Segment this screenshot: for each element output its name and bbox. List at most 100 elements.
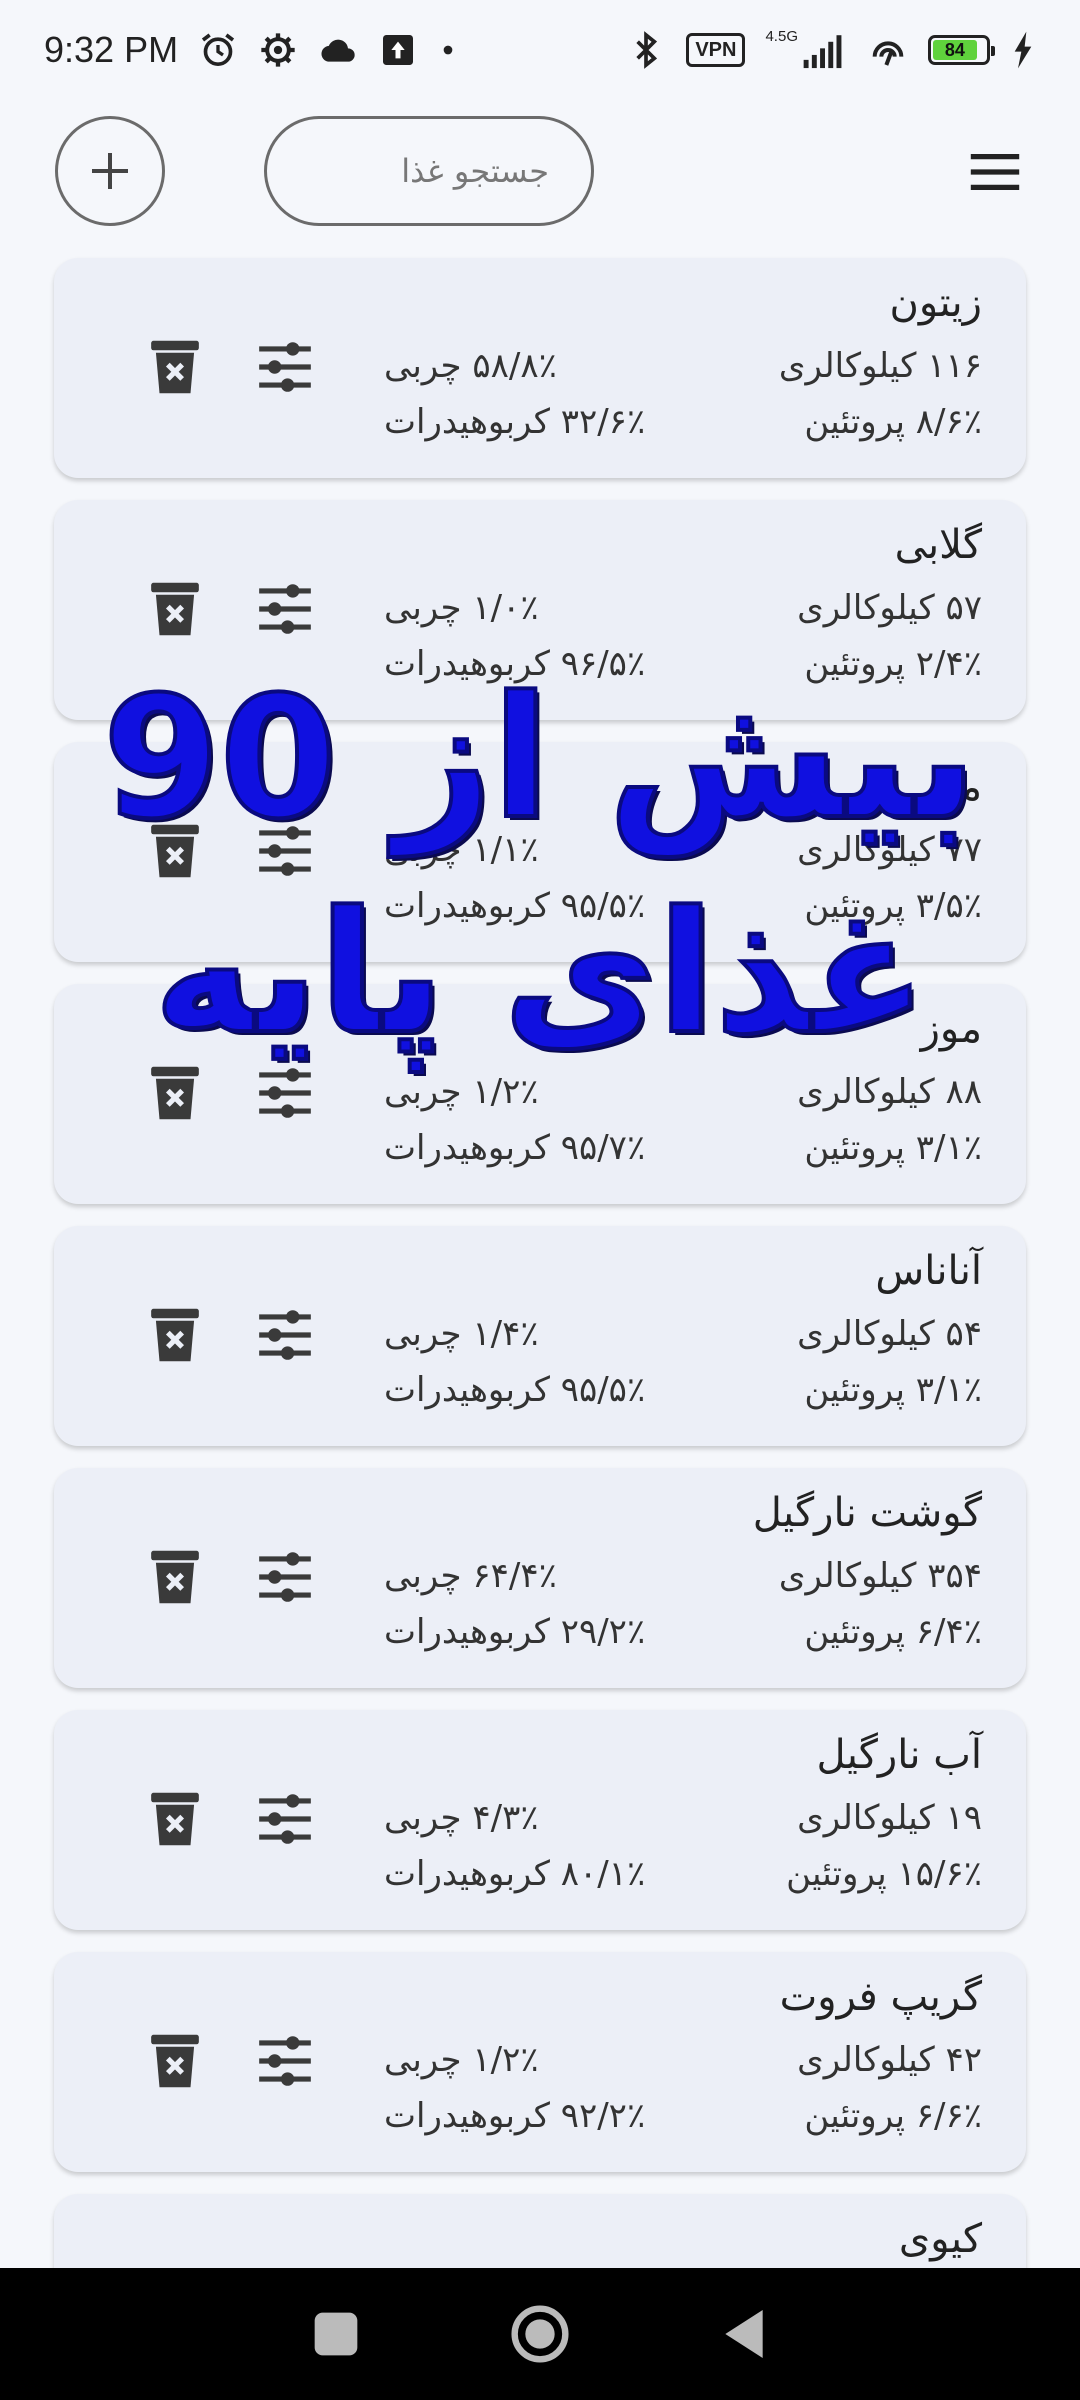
- food-card[interactable]: موز ۸۸ کیلوکالری ۳/۱٪ پروتئین ۱/۲٪ چربی ۹۵/۷…: [54, 984, 1026, 1204]
- hamburger-menu-icon: [970, 153, 1020, 191]
- trash-delete-icon[interactable]: [144, 578, 206, 640]
- food-fat-text: ۶۴/۴٪ چربی: [384, 1556, 557, 1596]
- sliders-adjust-icon[interactable]: [254, 1788, 316, 1850]
- food-calories: ۱۱۶ کیلوکالری: [778, 346, 982, 386]
- settings-gear-icon: [258, 30, 298, 70]
- food-carbs-text: ۹۵/۵٪ کربوهیدرات: [384, 886, 646, 926]
- food-card[interactable]: گریپ فروت ۴۲ کیلوکالری ۶/۶٪ پروتئین ۱/۲٪ چر…: [54, 1952, 1026, 2172]
- recents-square-icon: [314, 2312, 358, 2356]
- sliders-adjust-icon[interactable]: [254, 578, 316, 640]
- status-right: VPN 4.5G 84: [626, 27, 1036, 70]
- food-card[interactable]: آب نارگیل ۱۹ کیلوکالری ۱۵/۶٪ پروتئین ۴/۳٪ چ…: [54, 1710, 1026, 1930]
- card-actions: [144, 1062, 316, 1124]
- food-fat-text: ۵۸/۸٪ چربی: [384, 346, 557, 386]
- trash-delete-icon[interactable]: [144, 1788, 206, 1850]
- charging-icon: [1010, 30, 1036, 70]
- home-button[interactable]: [508, 2302, 572, 2366]
- trash-delete-icon[interactable]: [144, 1546, 206, 1608]
- alarm-icon: [198, 30, 238, 70]
- food-name: موز: [920, 764, 982, 810]
- food-card[interactable]: گوشت نارگیل ۳۵۴ کیلوکالری ۶/۴٪ پروتئین ۶۴/۴…: [54, 1468, 1026, 1688]
- sliders-adjust-icon[interactable]: [254, 336, 316, 398]
- food-protein: ۳/۱٪ پروتئین: [804, 1370, 982, 1410]
- food-name: گوشت نارگیل: [752, 1490, 982, 1536]
- app-top-bar: جستجو غذا: [0, 112, 1080, 230]
- home-circle-icon: [511, 2305, 569, 2363]
- menu-button[interactable]: [965, 142, 1025, 202]
- network-type-label: 4.5G: [765, 27, 798, 45]
- food-name: آناناس: [875, 1248, 982, 1294]
- vpn-icon: VPN: [686, 33, 746, 67]
- back-button[interactable]: [712, 2302, 776, 2366]
- food-fat-text: ۴/۳٪ چربی: [384, 1798, 539, 1838]
- dot-icon: [438, 30, 458, 70]
- battery-icon: 84: [928, 35, 995, 65]
- card-actions: [144, 336, 316, 398]
- trash-delete-icon[interactable]: [144, 1304, 206, 1366]
- food-calories: ۷۷ کیلوکالری: [797, 830, 982, 870]
- sliders-adjust-icon[interactable]: [254, 1304, 316, 1366]
- food-name: گلابی: [894, 522, 982, 568]
- food-card[interactable]: گلابی ۵۷ کیلوکالری ۲/۴٪ پروتئین ۱/۰٪ چربی ۹۶…: [54, 500, 1026, 720]
- card-actions: [144, 578, 316, 640]
- card-actions: [144, 1546, 316, 1608]
- food-card[interactable]: آناناس ۵۴ کیلوکالری ۳/۱٪ پروتئین ۱/۴٪ چربی ۹…: [54, 1226, 1026, 1446]
- food-calories: ۳۵۴ کیلوکالری: [778, 1556, 982, 1596]
- food-protein: ۳/۵٪ پروتئین: [804, 886, 982, 926]
- trash-delete-icon[interactable]: [144, 336, 206, 398]
- sliders-adjust-icon[interactable]: [254, 1062, 316, 1124]
- sliders-adjust-icon[interactable]: [254, 2030, 316, 2092]
- trash-delete-icon[interactable]: [144, 2030, 206, 2092]
- status-left: 9:32 PM: [44, 29, 458, 71]
- search-input[interactable]: جستجو غذا: [264, 116, 594, 226]
- food-calories: ۸۸ کیلوکالری: [797, 1072, 982, 1112]
- food-list: زیتون ۱۱۶ کیلوکالری ۸/۶٪ پروتئین ۵۸/۸٪ چربی…: [54, 258, 1026, 2400]
- system-nav-bar: [0, 2268, 1080, 2400]
- food-carbs-text: ۸۰/۱٪ کربوهیدرات: [384, 1854, 646, 1894]
- food-name: گریپ فروت: [779, 1974, 982, 2020]
- food-carbs-text: ۹۵/۵٪ کربوهیدرات: [384, 1370, 646, 1410]
- food-protein: ۸/۶٪ پروتئین: [804, 402, 982, 442]
- food-protein: ۳/۱٪ پروتئین: [804, 1128, 982, 1168]
- food-fat-text: ۱/۲٪ چربی: [384, 2040, 539, 2080]
- food-carbs-text: ۹۵/۷٪ کربوهیدرات: [384, 1128, 646, 1168]
- sliders-adjust-icon[interactable]: [254, 820, 316, 882]
- battery-level: 84: [933, 40, 977, 60]
- plus-icon: [92, 153, 128, 189]
- cloud-icon: [318, 30, 358, 70]
- trash-delete-icon[interactable]: [144, 1062, 206, 1124]
- upload-icon: [378, 30, 418, 70]
- food-calories: ۵۴ کیلوکالری: [797, 1314, 982, 1354]
- food-calories: ۴۲ کیلوکالری: [797, 2040, 982, 2080]
- food-name: زیتون: [889, 280, 982, 326]
- food-carbs-text: ۳۲/۶٪ کربوهیدرات: [384, 402, 646, 442]
- status-bar: 9:32 PM VPN 4.5G 84: [0, 0, 1080, 100]
- food-fat-text: ۱/۰٪ چربی: [384, 588, 539, 628]
- sliders-adjust-icon[interactable]: [254, 1546, 316, 1608]
- food-fat-text: ۱/۲٪ چربی: [384, 1072, 539, 1112]
- food-fat-text: ۱/۱٪ چربی: [384, 830, 539, 870]
- back-triangle-icon: [725, 2310, 763, 2358]
- food-protein: ۲/۴٪ پروتئین: [804, 644, 982, 684]
- food-protein: ۱۵/۶٪ پروتئین: [786, 1854, 982, 1894]
- food-carbs-text: ۹۶/۵٪ کربوهیدرات: [384, 644, 646, 684]
- card-actions: [144, 1304, 316, 1366]
- card-actions: [144, 820, 316, 882]
- hotspot-icon: [868, 30, 908, 70]
- food-fat-text: ۱/۴٪ چربی: [384, 1314, 539, 1354]
- recents-button[interactable]: [304, 2302, 368, 2366]
- food-name: آب نارگیل: [816, 1732, 982, 1778]
- signal-icon: [802, 30, 848, 70]
- bluetooth-icon: [626, 30, 666, 70]
- food-card[interactable]: زیتون ۱۱۶ کیلوکالری ۸/۶٪ پروتئین ۵۸/۸٪ چربی…: [54, 258, 1026, 478]
- card-actions: [144, 2030, 316, 2092]
- food-card[interactable]: موز ۷۷ کیلوکالری ۳/۵٪ پروتئین ۱/۱٪ چربی ۹۵/۵…: [54, 742, 1026, 962]
- trash-delete-icon[interactable]: [144, 820, 206, 882]
- status-time: 9:32 PM: [44, 29, 179, 70]
- add-food-button[interactable]: [55, 116, 165, 226]
- food-name: کیوی: [898, 2216, 982, 2262]
- card-actions: [144, 1788, 316, 1850]
- food-carbs-text: ۹۲/۲٪ کربوهیدرات: [384, 2096, 646, 2136]
- food-protein: ۶/۴٪ پروتئین: [804, 1612, 982, 1652]
- search-placeholder: جستجو غذا: [401, 152, 549, 190]
